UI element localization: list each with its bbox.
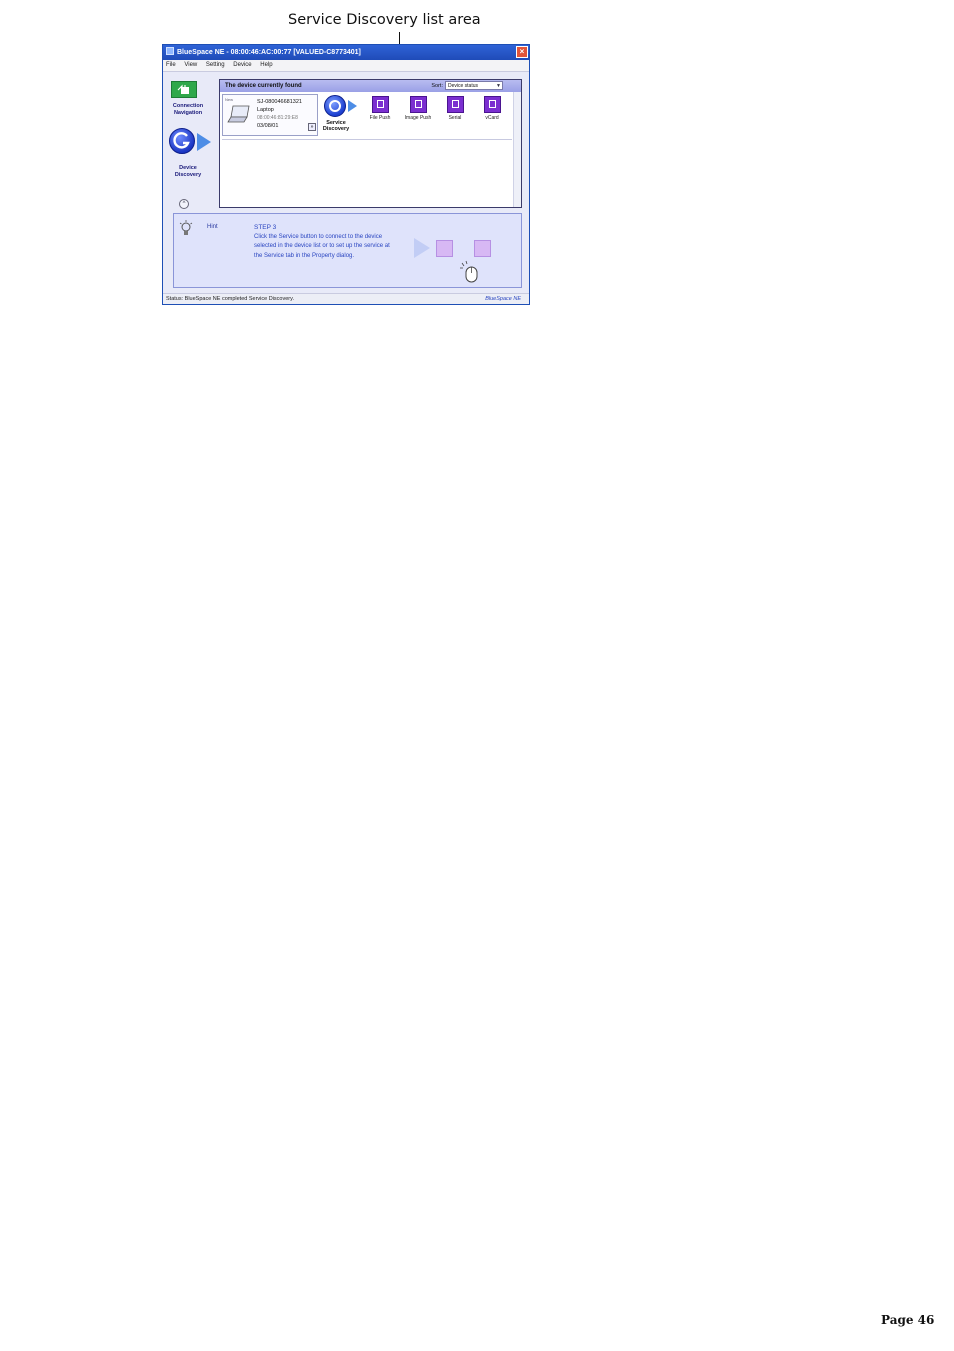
close-button[interactable]: × xyxy=(516,46,528,58)
menu-help[interactable]: Help xyxy=(260,62,272,68)
device-discovery-button[interactable] xyxy=(169,128,195,154)
menu-device[interactable]: Device xyxy=(233,62,251,68)
service-discovery-icon xyxy=(329,100,341,112)
service-image-push[interactable]: Image Push xyxy=(401,96,435,121)
service-serial[interactable]: Serial xyxy=(438,96,472,121)
device-address: 08:00:46:81:29:E8 xyxy=(257,115,298,121)
status-text: Status: BlueSpace NE completed Service D… xyxy=(166,296,294,302)
serial-icon xyxy=(446,96,464,113)
status-brand: BlueSpace NE xyxy=(485,296,521,302)
chevron-down-icon: ▼ xyxy=(496,83,501,89)
service-label: File Push xyxy=(369,115,391,121)
panel-header-title: The device currently found xyxy=(225,83,302,89)
menu-bar: File View Setting Device Help xyxy=(163,60,529,72)
list-divider xyxy=(222,139,512,140)
hint-text: Click the Service button to connect to t… xyxy=(254,234,390,259)
menu-setting[interactable]: Setting xyxy=(206,62,225,68)
status-bar: Status: BlueSpace NE completed Service D… xyxy=(163,293,529,304)
connection-navigation-button[interactable] xyxy=(171,81,197,98)
device-name: SJ-080046681321 xyxy=(257,99,302,105)
mouse-icon xyxy=(460,260,478,283)
page-number: Page 46 xyxy=(881,1313,935,1327)
service-label: Serial xyxy=(448,115,462,121)
service-discovery-arrow-icon xyxy=(348,100,357,112)
callout-label: Service Discovery list area xyxy=(288,12,481,28)
title-bar: BlueSpace NE - 08:00:46:AC:00:77 [VALUED… xyxy=(163,45,529,60)
window-title: BlueSpace NE - 08:00:46:AC:00:77 [VALUED… xyxy=(177,49,361,56)
hint-serial-icon xyxy=(474,240,491,257)
file-push-icon xyxy=(371,96,389,113)
service-vcard[interactable]: vCard xyxy=(475,96,509,121)
connection-label-2: Navigation xyxy=(173,110,203,116)
vertical-scrollbar[interactable] xyxy=(513,92,521,207)
hint-arrow-icon xyxy=(414,238,430,258)
new-tag: New xyxy=(225,97,234,102)
discovery-label-1: Device xyxy=(179,165,197,171)
service-discovery-label-2: Discovery xyxy=(322,126,350,132)
discovery-arrow-icon xyxy=(197,133,211,151)
lightbulb-icon xyxy=(179,220,193,235)
vcard-icon xyxy=(483,96,501,113)
bluetooth-app-icon xyxy=(166,47,174,55)
device-detail-button[interactable]: » xyxy=(308,123,316,131)
service-label: Image Push xyxy=(404,115,432,121)
hint-box: Hint STEP 3 Click the Service button to … xyxy=(173,213,522,288)
service-discovery-button[interactable] xyxy=(324,95,346,117)
collapse-up-button[interactable]: ^ xyxy=(179,199,189,209)
hint-step: STEP 3 xyxy=(254,224,277,231)
laptop-icon xyxy=(227,105,250,123)
menu-view[interactable]: View xyxy=(184,62,197,68)
device-date: 03/08/01 xyxy=(257,123,279,129)
service-file-push[interactable]: File Push xyxy=(363,96,397,121)
hint-file-push-icon xyxy=(436,240,453,257)
discovery-icon xyxy=(173,132,190,149)
discovery-label-2: Discovery xyxy=(174,172,202,178)
sort-label: Sort: xyxy=(431,83,443,89)
service-label: vCard xyxy=(485,115,499,121)
device-list-panel: The device currently found Sort: Device … xyxy=(219,79,522,208)
service-discovery-label: Service Discovery xyxy=(318,120,354,132)
image-push-icon xyxy=(409,96,427,113)
hint-label: Hint xyxy=(207,224,218,230)
menu-file[interactable]: File xyxy=(166,62,176,68)
connection-icon xyxy=(177,84,189,94)
bluespace-window: BlueSpace NE - 08:00:46:AC:00:77 [VALUED… xyxy=(162,44,530,305)
connection-label-1: Connection xyxy=(172,103,204,109)
device-type: Laptop xyxy=(257,107,274,113)
panel-header: The device currently found Sort: Device … xyxy=(220,80,521,92)
sort-select-value: Device status xyxy=(448,83,479,89)
device-card[interactable]: New SJ-080046681321 Laptop 08:00:46:81:2… xyxy=(222,94,318,136)
sort-select[interactable]: Device status ▼ xyxy=(445,81,503,90)
